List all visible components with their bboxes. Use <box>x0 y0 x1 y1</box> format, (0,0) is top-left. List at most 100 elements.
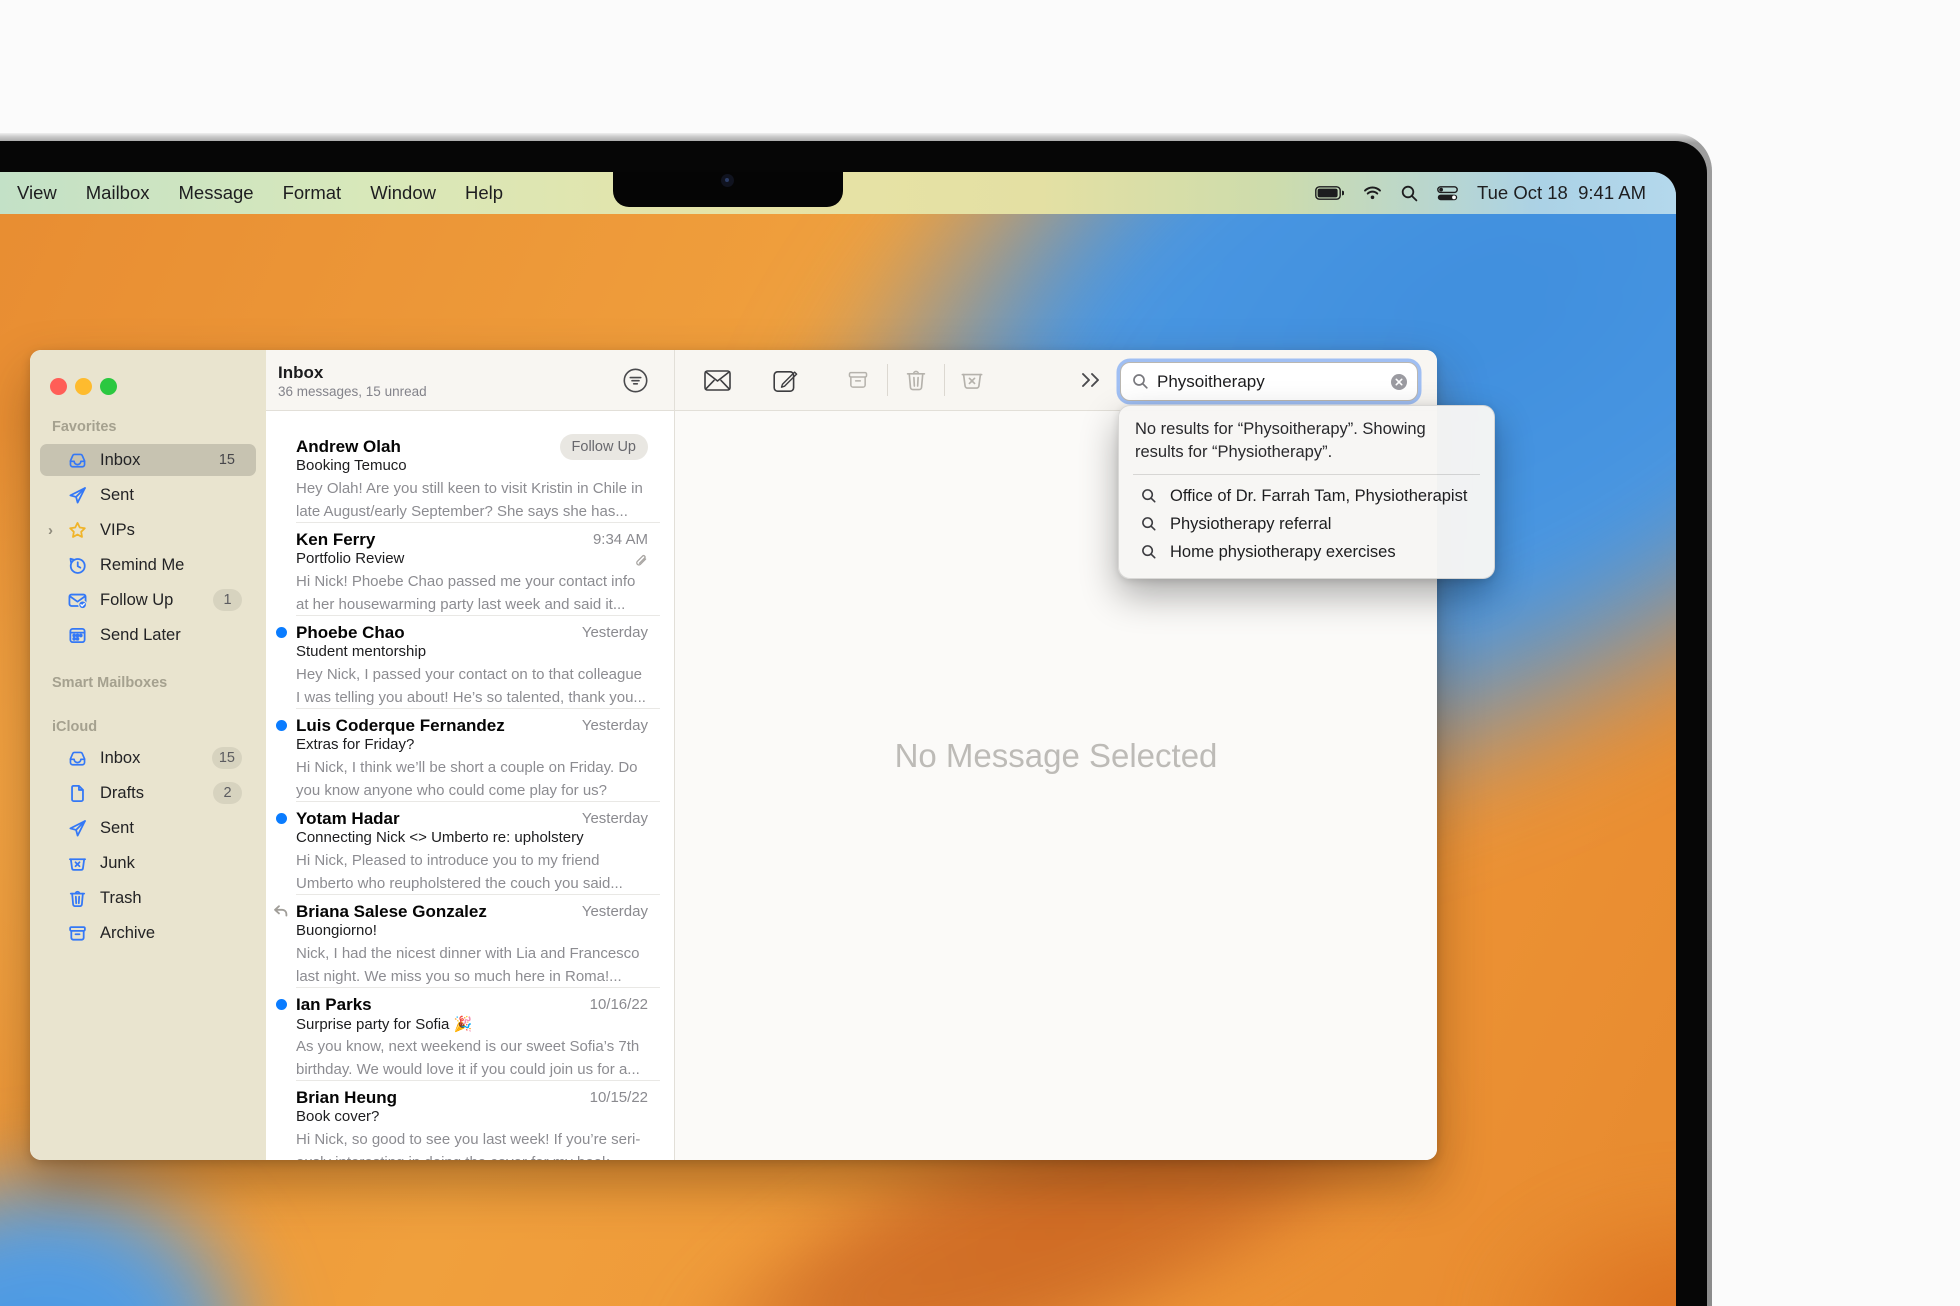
macbook-screen: View Mailbox Message Format Window Help <box>0 172 1676 1306</box>
archive-button[interactable] <box>836 350 880 410</box>
sidebar-item-label: VIPs <box>100 521 135 540</box>
sidebar-section-smart-mailboxes[interactable]: Smart Mailboxes <box>52 675 167 691</box>
sidebar-item-send-later[interactable]: Send Later <box>40 619 256 651</box>
search-correction-message: No results for “Physoitherapy”. Showing … <box>1135 418 1467 464</box>
follow-up-pill: Follow Up <box>560 434 648 460</box>
message-preview: Nick, I had the nicest dinner with Lia a… <box>296 942 648 988</box>
compose-button[interactable] <box>763 350 807 410</box>
search-suggestion[interactable]: Office of Dr. Farrah Tam, Physiotherapis… <box>1135 482 1478 510</box>
search-suggestion[interactable]: Physiotherapy referral <box>1135 510 1478 538</box>
sidebar-item-vips[interactable]: › VIPs <box>40 514 256 546</box>
sidebar-section-icloud[interactable]: iCloud <box>52 719 97 735</box>
sidebar-item-inbox-favorites[interactable]: Inbox 15 <box>40 444 256 476</box>
inbox-icon <box>68 749 87 768</box>
menu-format[interactable]: Format <box>283 182 342 204</box>
search-suggestion[interactable]: Home physiotherapy exercises <box>1135 538 1478 566</box>
control-center-icon[interactable] <box>1437 186 1458 201</box>
message-row[interactable]: Luis Coderque Fernandez Yesterday Extras… <box>266 709 674 802</box>
menu-bar-clock[interactable]: Tue Oct 18 9:41 AM <box>1477 182 1646 204</box>
message-row[interactable]: Briana Salese Gonzalez Yesterday Buongio… <box>266 895 674 988</box>
clear-search-icon[interactable] <box>1390 373 1408 391</box>
message-row[interactable]: Brian Heung 10/15/22 Book cover? Hi Nick… <box>266 1081 674 1160</box>
message-subject: Book cover? <box>296 1108 648 1128</box>
message-list: Andrew Olah Follow Up Booking Temuco Hey… <box>266 411 674 1160</box>
junk-button[interactable] <box>950 350 994 410</box>
search-icon <box>1141 516 1157 532</box>
unread-dot <box>276 813 287 824</box>
message-preview: As you know, next weekend is our sweet S… <box>296 1035 648 1081</box>
sidebar-item-archive[interactable]: Archive <box>40 917 256 949</box>
sidebar-item-follow-up[interactable]: Follow Up 1 <box>40 584 256 616</box>
message-time: 10/16/22 <box>590 996 648 1013</box>
pane-divider[interactable] <box>674 350 675 1160</box>
get-mail-button[interactable] <box>695 350 739 410</box>
message-row[interactable]: Ken Ferry 9:34 AM Portfolio Review Hi Ni… <box>266 523 674 616</box>
menu-help[interactable]: Help <box>465 182 503 204</box>
zoom-window-button[interactable] <box>100 378 117 395</box>
message-row[interactable]: Ian Parks 10/16/22 Surprise party for So… <box>266 988 674 1081</box>
unread-dot <box>276 720 287 731</box>
attachment-paperclip-icon <box>633 554 648 569</box>
sidebar-item-label: Remind Me <box>100 556 184 575</box>
search-field[interactable] <box>1120 362 1418 401</box>
delete-button[interactable] <box>894 350 938 410</box>
sidebar-item-label: Sent <box>100 486 134 505</box>
search-input[interactable] <box>1157 372 1390 392</box>
message-preview: Hey Olah! Are you still keen to visit Kr… <box>296 477 648 523</box>
junk-icon <box>68 854 87 873</box>
sidebar-item-sent-favorites[interactable]: Sent <box>40 479 256 511</box>
unread-count-badge: 15 <box>212 449 242 471</box>
message-subject: Student mentorship <box>296 643 648 663</box>
window-controls <box>50 378 117 395</box>
facetime-camera <box>721 174 734 187</box>
search-icon <box>1141 488 1157 504</box>
message-sender: Luis Coderque Fernandez <box>296 716 574 736</box>
inbox-icon <box>68 451 87 470</box>
calendar-icon <box>68 626 87 645</box>
message-sender: Phoebe Chao <box>296 623 574 643</box>
sidebar-section-favorites: Favorites <box>52 419 116 435</box>
sidebar-item-inbox-icloud[interactable]: Inbox 15 <box>40 742 256 774</box>
spotlight-search-icon[interactable] <box>1401 185 1418 202</box>
message-subject: Surprise party for Sofia 🎉 <box>296 1015 648 1035</box>
message-time: 9:34 AM <box>593 531 648 548</box>
message-sender: Andrew Olah <box>296 437 552 457</box>
message-subject: Portfolio Review <box>296 550 648 570</box>
sidebar-item-label: Drafts <box>100 784 144 803</box>
menu-view[interactable]: View <box>17 182 57 204</box>
sidebar-item-label: Junk <box>100 854 135 873</box>
battery-icon[interactable] <box>1315 186 1344 200</box>
sidebar-item-junk[interactable]: Junk <box>40 847 256 879</box>
sidebar-item-label: Follow Up <box>100 591 173 610</box>
menu-message[interactable]: Message <box>179 182 254 204</box>
sidebar-item-trash[interactable]: Trash <box>40 882 256 914</box>
disclosure-chevron-icon[interactable]: › <box>48 522 53 539</box>
menu-mailbox[interactable]: Mailbox <box>86 182 150 204</box>
filter-button[interactable] <box>613 350 657 410</box>
sidebar-item-label: Archive <box>100 924 155 943</box>
sidebar-item-drafts[interactable]: Drafts 2 <box>40 777 256 809</box>
status-bar: Tue Oct 18 9:41 AM <box>1315 172 1646 214</box>
envelope-check-icon <box>68 591 87 610</box>
sidebar-item-sent-icloud[interactable]: Sent <box>40 812 256 844</box>
wifi-icon[interactable] <box>1363 186 1382 200</box>
message-preview: Hi Nick, so good to see you last week! I… <box>296 1128 648 1160</box>
overflow-chevrons-button[interactable] <box>1069 350 1113 410</box>
message-subject: Connecting Nick <> Umberto re: upholster… <box>296 829 648 849</box>
message-row[interactable]: Phoebe Chao Yesterday Student mentorship… <box>266 616 674 709</box>
message-time: Yesterday <box>582 810 648 827</box>
close-window-button[interactable] <box>50 378 67 395</box>
suggestion-label: Office of Dr. Farrah Tam, Physiotherapis… <box>1170 487 1467 506</box>
message-row[interactable]: Yotam Hadar Yesterday Connecting Nick <>… <box>266 802 674 895</box>
suggestion-label: Physiotherapy referral <box>1170 515 1331 534</box>
sidebar-item-remind-me[interactable]: Remind Me <box>40 549 256 581</box>
message-time: Yesterday <box>582 717 648 734</box>
message-preview: Hi Nick, I think we’ll be short a couple… <box>296 756 648 802</box>
menu-window[interactable]: Window <box>370 182 436 204</box>
message-sender: Brian Heung <box>296 1088 582 1108</box>
minimize-window-button[interactable] <box>75 378 92 395</box>
count-badge: 2 <box>213 782 242 804</box>
message-row[interactable]: Andrew Olah Follow Up Booking Temuco Hey… <box>266 430 674 523</box>
menu-items: View Mailbox Message Format Window Help <box>0 182 503 204</box>
message-preview: Hey Nick, I passed your contact on to th… <box>296 663 648 709</box>
